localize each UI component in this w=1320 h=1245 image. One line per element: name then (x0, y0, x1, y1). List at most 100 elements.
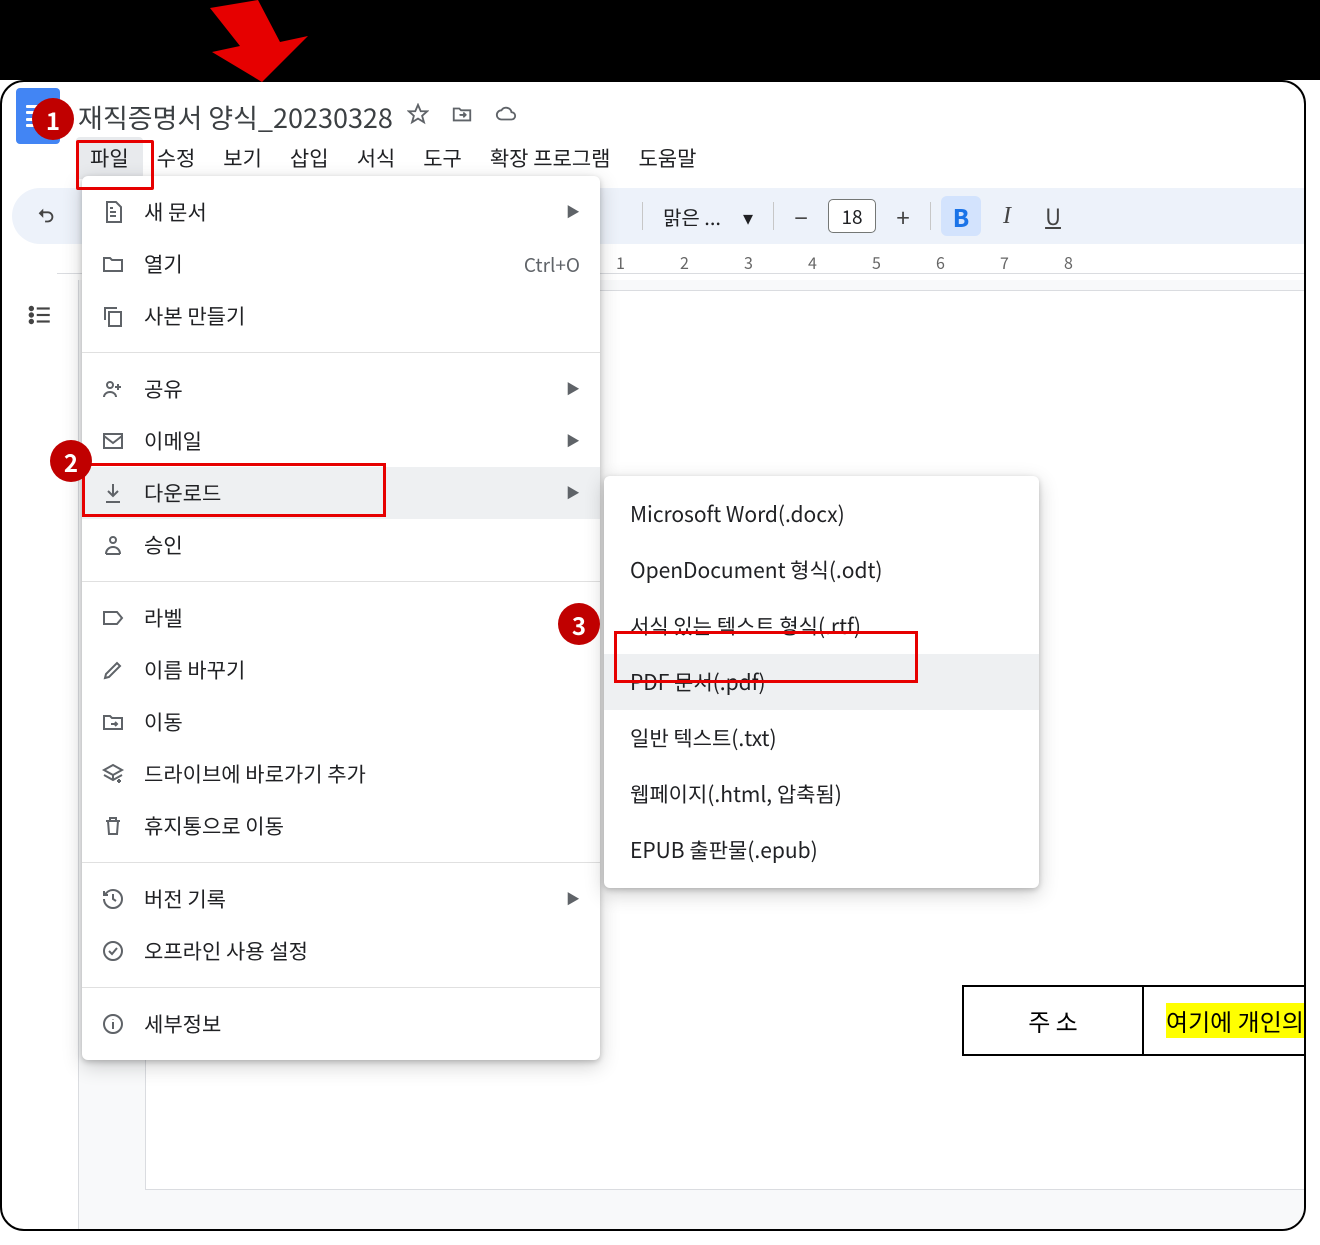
submenu-arrow-icon: ▶ (566, 379, 580, 399)
offline-icon (100, 938, 126, 964)
move-folder-icon[interactable] (451, 103, 473, 130)
download-icon (100, 480, 126, 506)
document-table: 주 소 여기에 개인의 (962, 985, 1304, 1056)
ruler-tick: 6 (936, 250, 1000, 274)
ruler-tick: 8 (1064, 250, 1128, 274)
ruler-tick: 7 (1000, 250, 1064, 274)
menu-insert[interactable]: 삽입 (276, 137, 343, 179)
menu-extensions[interactable]: 확장 프로그램 (476, 137, 625, 179)
menu-item-label: 세부정보 (144, 1009, 580, 1039)
submenu-item-rtf[interactable]: 서식 있는 텍스트 형식(.rtf) (604, 598, 1039, 654)
menu-item-approve[interactable]: 승인 (82, 519, 600, 571)
menu-item-move[interactable]: 이동 (82, 696, 600, 748)
menu-item-label: 이동 (144, 707, 580, 737)
menu-item-version-history[interactable]: 버전 기록 ▶ (82, 873, 600, 925)
menubar: 파일 수정 보기 삽입 서식 도구 확장 프로그램 도움말 (2, 138, 1304, 178)
menu-item-label: 이메일 (144, 426, 548, 456)
menu-file[interactable]: 파일 (76, 137, 143, 179)
font-family-label: 맑은 ... (663, 202, 721, 231)
menu-item-label: 라벨 (144, 603, 580, 633)
annotation-badge-1: 1 (32, 98, 74, 140)
menu-item-label: 새 문서 (144, 197, 548, 227)
menu-item-download[interactable]: 다운로드 ▶ (82, 467, 600, 519)
trash-icon (100, 813, 126, 839)
table-cell[interactable]: 여기에 개인의 (1143, 986, 1304, 1055)
submenu-arrow-icon: ▶ (566, 483, 580, 503)
menu-separator (82, 581, 600, 582)
outline-toggle-button[interactable] (22, 297, 58, 333)
ruler-tick: 4 (808, 250, 872, 274)
menu-item-label: 공유 (144, 374, 548, 404)
undo-button[interactable] (26, 196, 66, 236)
titlebar: 재직증명서 양식_20230328 (2, 82, 1304, 138)
copy-icon (100, 303, 126, 329)
font-family-selector[interactable]: 맑은 ... ▾ (653, 202, 763, 231)
vertical-ruler[interactable] (57, 280, 79, 1229)
submenu-item-odt[interactable]: OpenDocument 형식(.odt) (604, 542, 1039, 598)
menu-tools[interactable]: 도구 (409, 137, 476, 179)
label-icon (100, 605, 126, 631)
menu-item-open[interactable]: 열기 Ctrl+O (82, 238, 600, 290)
menu-item-label[interactable]: 라벨 (82, 592, 600, 644)
menu-item-details[interactable]: 세부정보 (82, 998, 600, 1050)
annotation-arrow-icon (180, 0, 335, 82)
menu-item-new[interactable]: 새 문서 ▶ (82, 186, 600, 238)
menu-item-label: 열기 (144, 249, 506, 279)
submenu-item-epub[interactable]: EPUB 출판물(.epub) (604, 822, 1039, 878)
menu-item-trash[interactable]: 휴지통으로 이동 (82, 800, 600, 852)
font-size-control: − + (784, 199, 920, 233)
menu-item-make-copy[interactable]: 사본 만들기 (82, 290, 600, 342)
menu-item-offline[interactable]: 오프라인 사용 설정 (82, 925, 600, 977)
menu-item-add-shortcut[interactable]: 드라이브에 바로가기 추가 (82, 748, 600, 800)
menu-separator (82, 987, 600, 988)
menu-item-label: 버전 기록 (144, 884, 548, 914)
underline-button[interactable]: U (1033, 200, 1073, 232)
add-shortcut-icon (100, 761, 126, 787)
menu-item-rename[interactable]: 이름 바꾸기 (82, 644, 600, 696)
share-icon (100, 376, 126, 402)
ruler-tick: 5 (872, 250, 936, 274)
cloud-status-icon[interactable] (495, 103, 517, 130)
menu-help[interactable]: 도움말 (624, 137, 710, 179)
chevron-down-icon: ▾ (743, 202, 753, 231)
approve-icon (100, 532, 126, 558)
italic-button[interactable]: I (987, 203, 1027, 230)
submenu-item-docx[interactable]: Microsoft Word(.docx) (604, 486, 1039, 542)
submenu-item-html[interactable]: 웹페이지(.html, 압축됨) (604, 766, 1039, 822)
submenu-arrow-icon: ▶ (566, 202, 580, 222)
file-menu-dropdown: 새 문서 ▶ 열기 Ctrl+O 사본 만들기 공유 ▶ 이메일 ▶ 다운로드 … (82, 176, 600, 1060)
menu-item-label: 휴지통으로 이동 (144, 811, 580, 841)
menu-view[interactable]: 보기 (209, 137, 276, 179)
menu-item-label: 오프라인 사용 설정 (144, 936, 580, 966)
shortcut-label: Ctrl+O (524, 251, 580, 278)
menu-item-label: 사본 만들기 (144, 301, 580, 331)
menu-item-label: 이름 바꾸기 (144, 655, 580, 685)
star-icon[interactable] (407, 103, 429, 130)
submenu-arrow-icon: ▶ (566, 889, 580, 909)
folder-icon (100, 251, 126, 277)
table-cell[interactable]: 주 소 (963, 986, 1143, 1055)
font-size-increase[interactable]: + (886, 199, 920, 233)
font-size-decrease[interactable]: − (784, 199, 818, 233)
ruler-tick: 1 (616, 250, 680, 274)
menu-format[interactable]: 서식 (343, 137, 410, 179)
menu-item-email[interactable]: 이메일 ▶ (82, 415, 600, 467)
email-icon (100, 428, 126, 454)
bold-button[interactable]: B (941, 196, 981, 236)
download-submenu: Microsoft Word(.docx) OpenDocument 형식(.o… (604, 476, 1039, 888)
menu-item-label: 다운로드 (144, 478, 548, 508)
app-window: 재직증명서 양식_20230328 파일 수정 보기 삽입 서식 도구 확장 프… (0, 80, 1306, 1231)
menu-item-share[interactable]: 공유 ▶ (82, 363, 600, 415)
menu-edit[interactable]: 수정 (143, 137, 210, 179)
history-icon (100, 886, 126, 912)
move-icon (100, 709, 126, 735)
submenu-item-txt[interactable]: 일반 텍스트(.txt) (604, 710, 1039, 766)
toolbar-separator (642, 202, 643, 230)
document-title[interactable]: 재직증명서 양식_20230328 (78, 97, 393, 136)
rename-icon (100, 657, 126, 683)
info-icon (100, 1011, 126, 1037)
annotation-badge-2: 2 (50, 440, 92, 482)
submenu-item-pdf[interactable]: PDF 문서(.pdf) (604, 654, 1039, 710)
font-size-input[interactable] (828, 199, 876, 233)
menu-separator (82, 862, 600, 863)
